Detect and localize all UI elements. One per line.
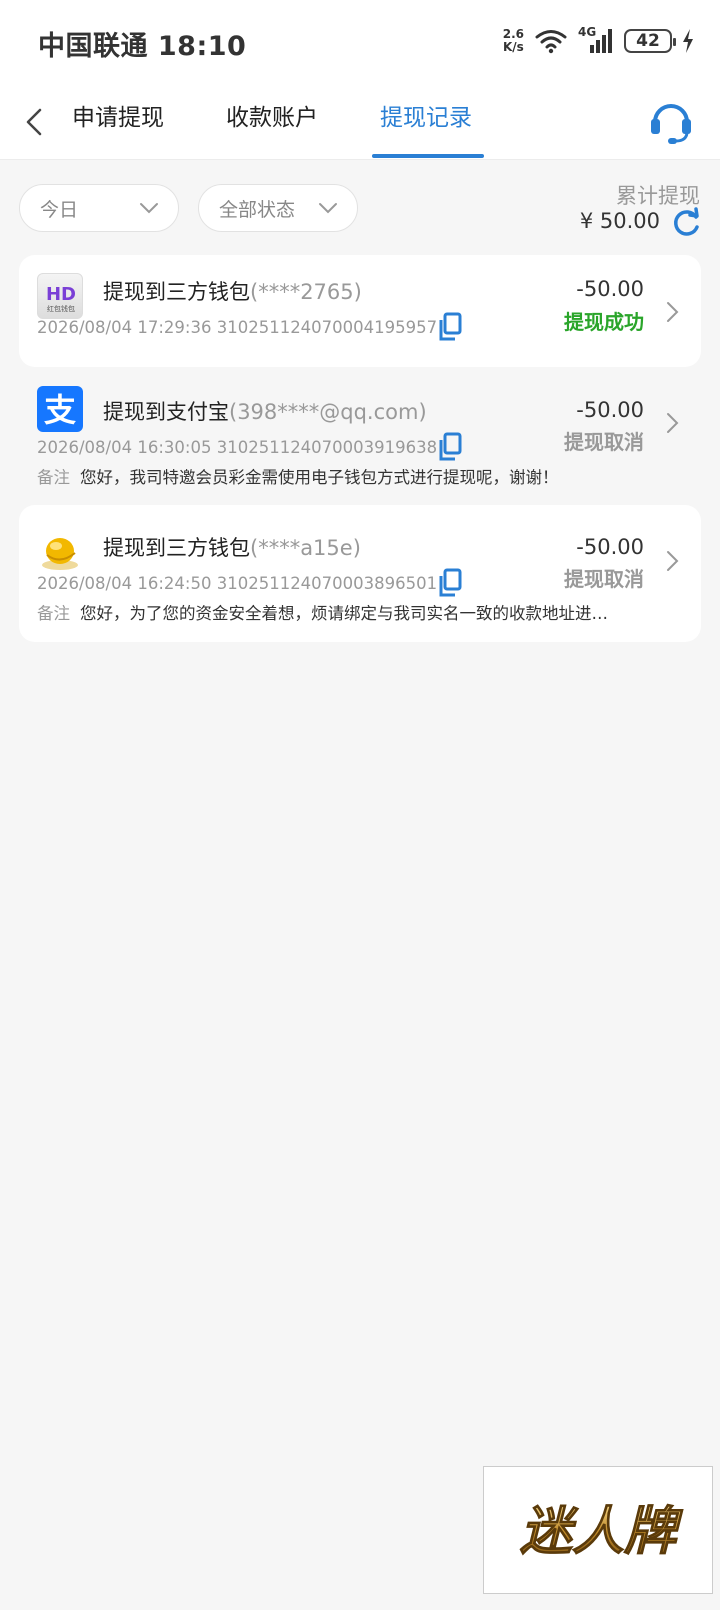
record-card[interactable]: 支 提现到支付宝(398****@qq.com) 2026/08/04 16:3… bbox=[19, 368, 701, 488]
record-remark: 备注 您好，我司特邀会员彩金需使用电子钱包方式进行提现呢，谢谢！ bbox=[37, 468, 559, 487]
tab-apply-withdraw[interactable]: 申请提现 bbox=[72, 98, 164, 160]
copy-icon[interactable] bbox=[437, 312, 463, 342]
svg-text:支: 支 bbox=[44, 391, 76, 429]
status-filter-value: 全部状态 bbox=[219, 198, 296, 221]
chevron-right-icon bbox=[667, 413, 679, 433]
copy-icon[interactable] bbox=[437, 432, 463, 462]
record-card[interactable]: HD 红包钱包 提现到三方钱包(****2765) 2026/08/04 17:… bbox=[19, 255, 701, 367]
chevron-left-icon bbox=[26, 108, 42, 136]
hd-wallet-logo: HD 红包钱包 bbox=[37, 273, 83, 319]
refresh-icon[interactable] bbox=[670, 207, 702, 239]
record-amount: -50.00 bbox=[576, 277, 644, 301]
date-filter-dropdown[interactable]: 今日 bbox=[19, 184, 179, 232]
svg-text:迷人牌: 迷人牌 bbox=[520, 1502, 684, 1562]
tab-payment-accounts[interactable]: 收款账户 bbox=[226, 98, 318, 160]
record-amount: -50.00 bbox=[576, 398, 644, 422]
record-status: 提现成功 bbox=[564, 310, 644, 334]
total-withdraw-amount: ¥ 50.00 bbox=[579, 209, 660, 233]
chevron-down-icon bbox=[140, 203, 158, 214]
status-filter-dropdown[interactable]: 全部状态 bbox=[198, 184, 358, 232]
record-title: 提现到三方钱包(****2765) bbox=[103, 280, 362, 304]
top-nav: 申请提现 收款账户 提现记录 bbox=[0, 84, 720, 160]
record-meta: 2026/08/04 16:24:50 31025112407000389650… bbox=[37, 574, 438, 593]
tab-withdraw-records[interactable]: 提现记录 bbox=[380, 98, 472, 160]
record-title: 提现到三方钱包(****a15e) bbox=[103, 536, 361, 560]
record-amount: -50.00 bbox=[576, 535, 644, 559]
signal-icon: 4G bbox=[578, 25, 614, 55]
record-card[interactable]: 提现到三方钱包(****a15e) 2026/08/04 16:24:50 31… bbox=[19, 505, 701, 642]
alipay-logo: 支 bbox=[37, 386, 83, 432]
record-status: 提现取消 bbox=[564, 430, 644, 454]
carrier-time: 中国联通 18:10 bbox=[38, 31, 247, 62]
copy-icon[interactable] bbox=[437, 568, 463, 598]
record-title: 提现到支付宝(398****@qq.com) bbox=[103, 400, 427, 424]
charging-icon bbox=[683, 29, 693, 53]
record-meta: 2026/08/04 17:29:36 31025112407000419595… bbox=[37, 318, 438, 337]
back-button[interactable] bbox=[14, 100, 54, 144]
date-filter-value: 今日 bbox=[40, 198, 79, 221]
active-tab-indicator bbox=[372, 154, 484, 158]
record-status: 提现取消 bbox=[564, 567, 644, 591]
customer-service-button[interactable] bbox=[646, 96, 696, 146]
chevron-right-icon bbox=[667, 302, 679, 322]
status-bar: 中国联通 18:10 2.6 K/s 4G 42 bbox=[0, 0, 720, 84]
total-withdraw-label: 累计提现 bbox=[616, 184, 700, 208]
gold-coin-logo bbox=[37, 527, 83, 573]
chevron-down-icon bbox=[319, 203, 337, 214]
net-speed: 2.6 K/s bbox=[502, 27, 524, 54]
svg-text:HD: HD bbox=[46, 284, 76, 305]
record-meta: 2026/08/04 16:30:05 31025112407000391963… bbox=[37, 438, 438, 457]
headset-icon bbox=[651, 104, 691, 144]
chevron-right-icon bbox=[667, 551, 679, 571]
wifi-icon bbox=[535, 30, 567, 54]
record-remark: 备注 您好，为了您的资金安全着想，烦请绑定与我司实名一致的收款地址进… bbox=[37, 604, 608, 623]
battery-icon: 42 bbox=[624, 29, 676, 53]
watermark-logo: 迷人牌 bbox=[483, 1466, 713, 1594]
status-icons: 2.6 K/s 4G 42 bbox=[502, 25, 694, 56]
